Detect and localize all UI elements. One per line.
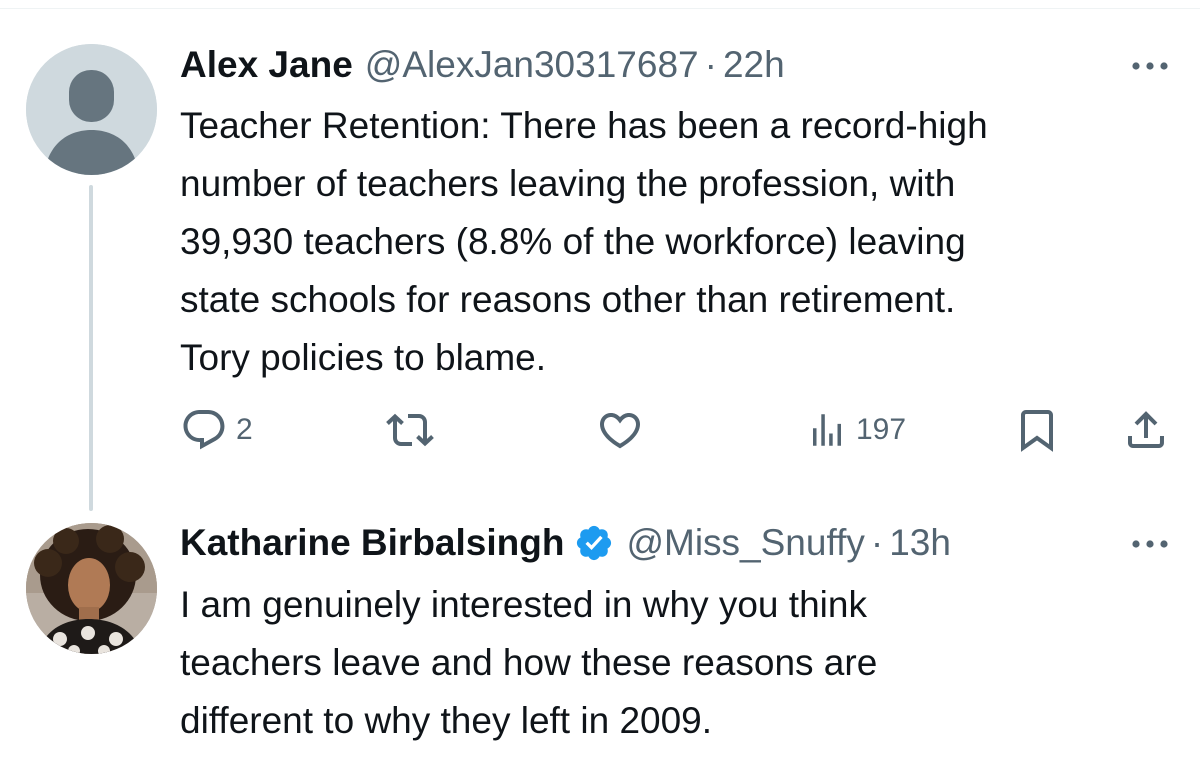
reply-count: 2	[236, 413, 253, 446]
bookmark-icon	[1021, 410, 1053, 452]
more-icon	[1132, 62, 1168, 70]
tweet-text-line: Tory policies to blame.	[180, 337, 547, 378]
top-divider	[0, 8, 1200, 9]
bookmark-button[interactable]	[1013, 400, 1061, 460]
profile-photo-icon	[26, 523, 157, 654]
share-button[interactable]	[1122, 400, 1170, 460]
katharine-birbalsingh-avatar[interactable]	[26, 523, 157, 654]
tweet-text-line: 39,930 teachers (8.8% of the workforce) …	[180, 221, 966, 262]
more-icon	[1132, 540, 1168, 548]
retweet-button[interactable]	[386, 400, 434, 460]
retweet-icon	[386, 413, 434, 447]
alex-jane-avatar[interactable]	[26, 44, 157, 175]
tweet-text-line: number of teachers leaving the professio…	[180, 163, 956, 204]
more-options-button[interactable]	[1126, 534, 1174, 554]
separator-dot: ·	[704, 44, 717, 85]
thread-connector-line	[89, 185, 93, 511]
tweet-2-header: Katharine Birbalsingh @Miss_Snuffy · 13h	[180, 521, 951, 565]
views-button[interactable]: 197	[806, 400, 906, 460]
tweet-text-line: teachers leave and how these reasons are	[180, 642, 878, 683]
views-icon	[813, 414, 841, 446]
heart-icon	[599, 413, 641, 449]
author-name[interactable]: Alex Jane	[180, 43, 353, 87]
tweet-timestamp[interactable]: 22h	[723, 43, 785, 87]
author-name[interactable]: Katharine Birbalsingh	[180, 521, 564, 565]
more-options-button[interactable]	[1126, 56, 1174, 76]
like-button[interactable]	[596, 400, 644, 460]
default-avatar-icon	[26, 44, 157, 175]
views-count: 197	[856, 413, 907, 446]
reply-icon	[183, 410, 225, 450]
tweet-1-action-bar: 2 197	[0, 400, 1200, 460]
tweet-text-line: I am genuinely interested in why you thi…	[180, 584, 867, 625]
separator-dot: ·	[870, 522, 884, 563]
author-handle[interactable]: @AlexJan30317687	[365, 43, 699, 87]
share-icon	[1128, 411, 1164, 448]
verified-badge-icon[interactable]	[574, 523, 614, 563]
reply-button[interactable]: 2	[180, 400, 253, 460]
author-handle[interactable]: @Miss_Snuffy	[626, 521, 864, 565]
tweet-text-line: different to why they left in 2009.	[180, 700, 713, 741]
tweet-text-line: Teacher Retention: There has been a reco…	[180, 105, 988, 146]
tweet-2-text: I am genuinely interested in why you thi…	[180, 576, 1180, 750]
tweet-1-text: Teacher Retention: There has been a reco…	[180, 97, 1180, 387]
tweet-timestamp[interactable]: 13h	[889, 521, 951, 565]
tweet-1-header: Alex Jane @AlexJan30317687 · 22h	[180, 43, 785, 87]
tweet-text-line: state schools for reasons other than ret…	[180, 279, 956, 320]
